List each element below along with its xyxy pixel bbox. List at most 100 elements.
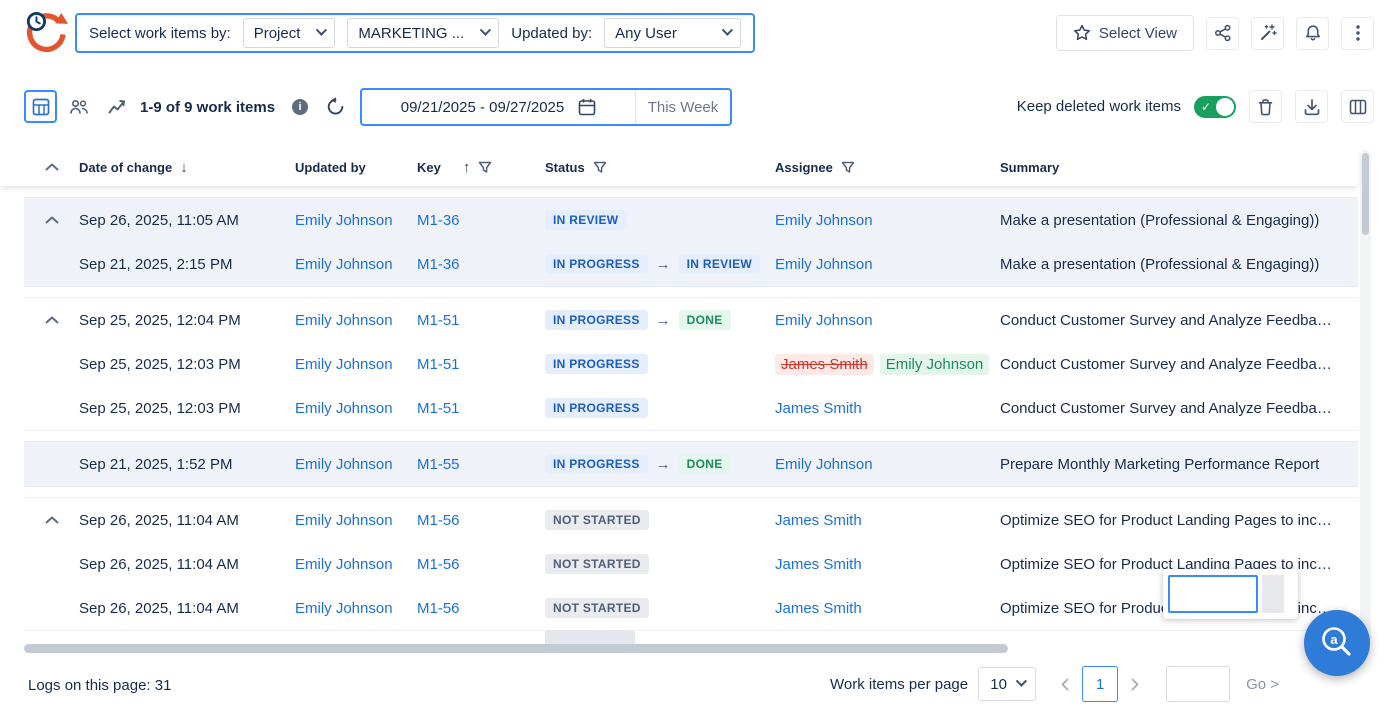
- table-row[interactable]: Sep 26, 2025, 11:04 AMEmily JohnsonM1-56…: [24, 498, 1358, 542]
- project-dropdown[interactable]: MARKETING ...: [347, 18, 499, 48]
- bell-icon: [1304, 24, 1322, 42]
- key-link[interactable]: M1-56: [417, 600, 460, 617]
- key-link[interactable]: M1-56: [417, 512, 460, 529]
- updated-by-link[interactable]: Emily Johnson: [295, 600, 393, 617]
- horizontal-scrollbar-thumb[interactable]: [24, 644, 1008, 653]
- filter-icon[interactable]: [478, 161, 492, 174]
- filter-icon[interactable]: [593, 161, 607, 174]
- table-row[interactable]: Sep 26, 2025, 11:04 AMEmily JohnsonM1-56…: [24, 586, 1358, 630]
- people-view-button[interactable]: [62, 90, 95, 123]
- table-row[interactable]: Sep 26, 2025, 11:04 AMEmily Johnson M1-56…: [24, 542, 1358, 586]
- key-link[interactable]: M1-56: [417, 556, 460, 573]
- page-jump-input[interactable]: [1166, 666, 1230, 702]
- share-button[interactable]: [1206, 17, 1239, 50]
- assignee-link[interactable]: Emily Johnson: [775, 456, 873, 473]
- sort-asc-icon[interactable]: ↑: [463, 159, 471, 176]
- assignee-link[interactable]: James Smith: [775, 556, 862, 573]
- collapse-group-icon[interactable]: [44, 215, 60, 225]
- collapse-group-icon[interactable]: [44, 315, 60, 325]
- updated-by-link[interactable]: Emily Johnson: [295, 512, 393, 529]
- updated-by-link[interactable]: Emily Johnson: [295, 256, 393, 273]
- status-badge: NOT STARTED: [545, 598, 649, 618]
- summary-text: Conduct Customer Survey and Analyze Feed…: [1000, 400, 1358, 417]
- summary-text: Conduct Customer Survey and Analyze Feed…: [1000, 356, 1358, 373]
- assignee-link[interactable]: James Smith: [775, 600, 862, 617]
- summary-text: Prepare Monthly Marketing Performance Re…: [1000, 456, 1358, 473]
- columns-button[interactable]: [1341, 90, 1374, 123]
- ai-assistant-button[interactable]: [1251, 17, 1284, 50]
- updated-by-link[interactable]: Emily Johnson: [295, 212, 393, 229]
- summary-text: Conduct Customer Survey and Analyze Feed…: [1000, 312, 1358, 329]
- change-date: Sep 26, 2025, 11:04 AM: [79, 556, 295, 573]
- collapse-all-icon[interactable]: [44, 162, 60, 172]
- key-link[interactable]: M1-36: [417, 212, 460, 229]
- current-page-button[interactable]: 1: [1082, 666, 1118, 702]
- export-button[interactable]: [1295, 90, 1328, 123]
- status-badge: IN PROGRESS: [545, 310, 648, 330]
- chart-view-button[interactable]: [100, 90, 133, 123]
- next-page-button[interactable]: [1127, 667, 1143, 701]
- assignee-link[interactable]: Emily Johnson: [775, 212, 873, 229]
- view-switcher: [24, 90, 133, 123]
- notifications-button[interactable]: [1296, 17, 1329, 50]
- table-view-button[interactable]: [24, 90, 57, 123]
- select-view-button[interactable]: Select View: [1056, 15, 1194, 51]
- status-badge: IN PROGRESS: [545, 398, 648, 418]
- key-link[interactable]: M1-55: [417, 456, 460, 473]
- updated-by-link[interactable]: Emily Johnson: [295, 456, 393, 473]
- key-link[interactable]: M1-51: [417, 400, 460, 417]
- per-page-select[interactable]: 10: [978, 667, 1036, 701]
- assignee-link[interactable]: James Smith: [775, 512, 862, 529]
- calendar-icon[interactable]: [578, 98, 596, 116]
- more-menu-button[interactable]: [1341, 17, 1374, 50]
- updated-by-link[interactable]: Emily Johnson: [295, 312, 393, 329]
- vertical-scrollbar[interactable]: [1360, 150, 1371, 642]
- change-date: Sep 25, 2025, 12:03 PM: [79, 356, 295, 373]
- key-link[interactable]: M1-51: [417, 356, 460, 373]
- table-row[interactable]: Sep 21, 2025, 2:15 PMEmily JohnsonM1-36I…: [24, 242, 1358, 286]
- floating-panel: [1163, 569, 1298, 619]
- info-icon[interactable]: i: [292, 99, 308, 115]
- work-item-filter-bar: Select work items by: Project MARKETING …: [75, 13, 755, 53]
- updated-by-user-dropdown[interactable]: Any User: [604, 18, 741, 48]
- clipped-row-badge: [545, 630, 635, 645]
- status-badge: NOT STARTED: [545, 510, 649, 530]
- transition-arrow-icon: →: [656, 256, 671, 273]
- updated-by-link[interactable]: Emily Johnson: [295, 556, 393, 573]
- app-root: Select work items by: Project MARKETING …: [0, 0, 1384, 707]
- table-row[interactable]: Sep 25, 2025, 12:04 PMEmily JohnsonM1-51…: [24, 298, 1358, 342]
- vertical-scrollbar-thumb[interactable]: [1362, 153, 1369, 235]
- assignee-link[interactable]: Emily Johnson: [775, 256, 873, 273]
- date-range-picker[interactable]: 09/21/2025 - 09/27/2025 This Week: [360, 88, 732, 126]
- go-button[interactable]: Go >: [1246, 676, 1279, 693]
- table-row[interactable]: Sep 21, 2025, 1:52 PMEmily JohnsonM1-55I…: [24, 442, 1358, 486]
- updated-by-link[interactable]: Emily Johnson: [295, 400, 393, 417]
- key-link[interactable]: M1-51: [417, 312, 460, 329]
- delete-button[interactable]: [1249, 90, 1282, 123]
- search-fab[interactable]: a: [1304, 610, 1370, 676]
- magic-wand-icon: [1259, 24, 1277, 42]
- key-link[interactable]: M1-36: [417, 256, 460, 273]
- keep-deleted-label: Keep deleted work items: [1017, 98, 1181, 115]
- row-group: Sep 21, 2025, 1:52 PMEmily JohnsonM1-55I…: [24, 441, 1358, 487]
- updated-by-link[interactable]: Emily Johnson: [295, 356, 393, 373]
- assignee-link[interactable]: Emily Johnson: [775, 312, 873, 329]
- change-date: Sep 25, 2025, 12:03 PM: [79, 400, 295, 417]
- collapse-group-icon[interactable]: [44, 515, 60, 525]
- filter-by-dropdown[interactable]: Project: [243, 18, 336, 48]
- refresh-button[interactable]: [326, 97, 345, 121]
- table-row[interactable]: Sep 25, 2025, 12:03 PMEmily Johnson M1-51…: [24, 386, 1358, 430]
- table-row[interactable]: Sep 26, 2025, 11:05 AMEmily JohnsonM1-36…: [24, 198, 1358, 242]
- sort-desc-icon[interactable]: ↓: [180, 159, 188, 176]
- table-row[interactable]: Sep 25, 2025, 12:03 PMEmily Johnson M1-51…: [24, 342, 1358, 386]
- chevron-down-icon: [722, 25, 733, 36]
- filter-icon[interactable]: [841, 161, 855, 174]
- table-grid-icon: [32, 98, 50, 116]
- assignee-link[interactable]: James Smith: [775, 400, 862, 417]
- change-date: Sep 21, 2025, 2:15 PM: [79, 256, 295, 273]
- prev-page-button[interactable]: [1057, 667, 1073, 701]
- star-icon: [1073, 24, 1091, 42]
- summary-text: Optimize SEO for Product Landing Pages t…: [1000, 512, 1358, 529]
- keep-deleted-toggle[interactable]: ✓: [1194, 96, 1236, 118]
- status-badge: IN REVIEW: [679, 254, 760, 274]
